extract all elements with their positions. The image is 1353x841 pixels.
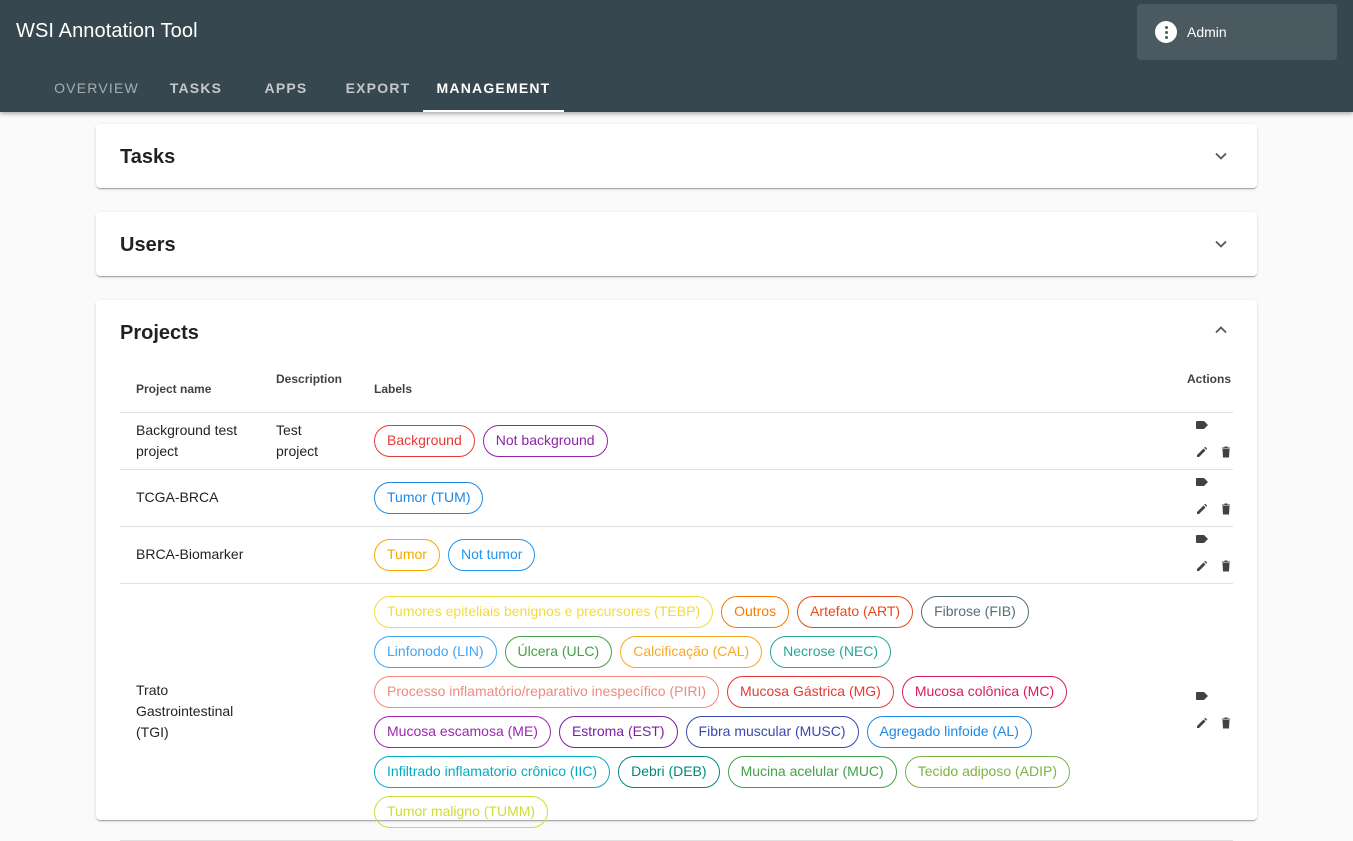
tasks-panel: Tasks [96, 124, 1257, 188]
label-chip[interactable]: Infiltrado inflamatorio crônico (IIC) [374, 755, 611, 788]
col-labels: Labels [358, 368, 1151, 413]
projects-panel: Projects Project name Description Labels… [96, 300, 1257, 841]
col-description: Description [260, 368, 359, 413]
edit-icon[interactable] [1195, 444, 1209, 465]
tab-export[interactable]: EXPORT [333, 64, 423, 112]
table-row: Background test project Test project Bac… [120, 412, 1233, 470]
projects-table: Project name Description Labels Actions … [120, 368, 1233, 841]
app-bar: WSI Annotation Tool Admin OVERVIEW TASKS… [0, 0, 1353, 112]
label-chip[interactable]: Outros [721, 595, 790, 628]
label-chip[interactable]: Mucosa escamosa (ME) [374, 715, 551, 748]
projects-panel-title: Projects [120, 322, 199, 344]
delete-icon[interactable] [1219, 558, 1233, 579]
label-chip[interactable]: Estroma (EST) [558, 715, 678, 748]
project-labels: Tumores epiteliais benignos e precursore… [358, 583, 1151, 841]
tab-overview[interactable]: OVERVIEW [40, 64, 153, 112]
label-chip[interactable]: Tumor (TUM) [374, 481, 484, 514]
edit-icon[interactable] [1195, 715, 1209, 736]
project-description [260, 469, 359, 527]
tab-management[interactable]: MANAGEMENT [423, 64, 564, 112]
project-name: Background test project [120, 412, 260, 470]
label-chip[interactable]: Tumor [374, 538, 440, 571]
label-chip[interactable]: Tumor maligno (TUMM) [374, 795, 549, 828]
users-panel-header[interactable]: Users [96, 212, 1257, 276]
edit-icon[interactable] [1195, 558, 1209, 579]
label-chip[interactable]: Necrose (NEC) [770, 635, 892, 668]
label-chip[interactable]: Debri (DEB) [618, 755, 720, 788]
label-chip[interactable]: Agregado linfoide (AL) [866, 715, 1032, 748]
tab-tasks[interactable]: TASKS [153, 64, 239, 112]
label-chip[interactable]: Background [374, 424, 475, 457]
col-actions: Actions [1151, 368, 1233, 413]
account-icon [1155, 21, 1177, 43]
project-name: BRCA-Biomarker [120, 526, 260, 584]
project-actions [1151, 412, 1233, 470]
user-menu-button[interactable]: Admin [1137, 4, 1337, 60]
label-chip[interactable]: Tecido adiposo (ADIP) [904, 755, 1071, 788]
main-tabs: OVERVIEW TASKS APPS EXPORT MANAGEMENT [40, 64, 564, 112]
project-description [260, 526, 359, 584]
table-row: TCGA-BRCA Tumor (TUM) [120, 469, 1233, 527]
chevron-down-icon[interactable] [1213, 236, 1229, 252]
label-chip[interactable]: Fibrose (FIB) [921, 595, 1029, 628]
tasks-panel-header[interactable]: Tasks [96, 124, 1257, 188]
col-project-name: Project name [120, 368, 260, 413]
app-title: WSI Annotation Tool [16, 20, 198, 42]
table-header-row: Project name Description Labels Actions [120, 368, 1233, 413]
project-labels: Tumor Not tumor [358, 526, 1151, 584]
project-labels: Background Not background [358, 412, 1151, 470]
tasks-panel-title: Tasks [120, 146, 176, 168]
label-chip[interactable]: Mucosa Gástrica (MG) [727, 675, 894, 708]
tab-apps[interactable]: APPS [239, 64, 333, 112]
label-chip[interactable]: Fibra muscular (MUSC) [685, 715, 859, 748]
label-chip[interactable]: Not tumor [447, 538, 536, 571]
project-actions [1151, 526, 1233, 584]
project-labels: Tumor (TUM) [358, 469, 1151, 527]
delete-icon[interactable] [1219, 444, 1233, 465]
users-panel: Users [96, 212, 1257, 276]
project-actions [1151, 469, 1233, 527]
label-icon[interactable] [1195, 417, 1209, 438]
label-chip[interactable]: Mucosa colônica (MC) [901, 675, 1068, 708]
project-description [260, 583, 359, 841]
project-name: Trato Gastrointestinal (TGI) [120, 583, 260, 841]
label-icon[interactable] [1195, 474, 1209, 495]
label-chip[interactable]: Tumores epiteliais benignos e precursore… [374, 595, 714, 628]
user-name: Admin [1187, 24, 1227, 40]
delete-icon[interactable] [1219, 501, 1233, 522]
users-panel-title: Users [120, 234, 176, 256]
edit-icon[interactable] [1195, 501, 1209, 522]
project-name: TCGA-BRCA [120, 469, 260, 527]
chevron-up-icon[interactable] [1213, 322, 1229, 338]
project-actions [1151, 583, 1233, 841]
label-chip[interactable]: Artefato (ART) [797, 595, 914, 628]
project-description: Test project [260, 412, 359, 470]
label-icon[interactable] [1195, 688, 1209, 709]
delete-icon[interactable] [1219, 715, 1233, 736]
label-chip[interactable]: Not background [482, 424, 608, 457]
label-chip[interactable]: Processo inflamatório/reparativo inespec… [374, 675, 720, 708]
table-row: Trato Gastrointestinal (TGI) Tumores epi… [120, 583, 1233, 841]
label-chip[interactable]: Úlcera (ULC) [504, 635, 613, 668]
projects-panel-header[interactable]: Projects [96, 300, 1257, 364]
label-icon[interactable] [1195, 531, 1209, 552]
table-row: BRCA-Biomarker Tumor Not tumor [120, 526, 1233, 584]
chevron-down-icon[interactable] [1213, 148, 1229, 164]
label-chip[interactable]: Calcificação (CAL) [620, 635, 763, 668]
label-chip[interactable]: Linfonodo (LIN) [374, 635, 497, 668]
label-chip[interactable]: Mucina acelular (MUC) [727, 755, 897, 788]
